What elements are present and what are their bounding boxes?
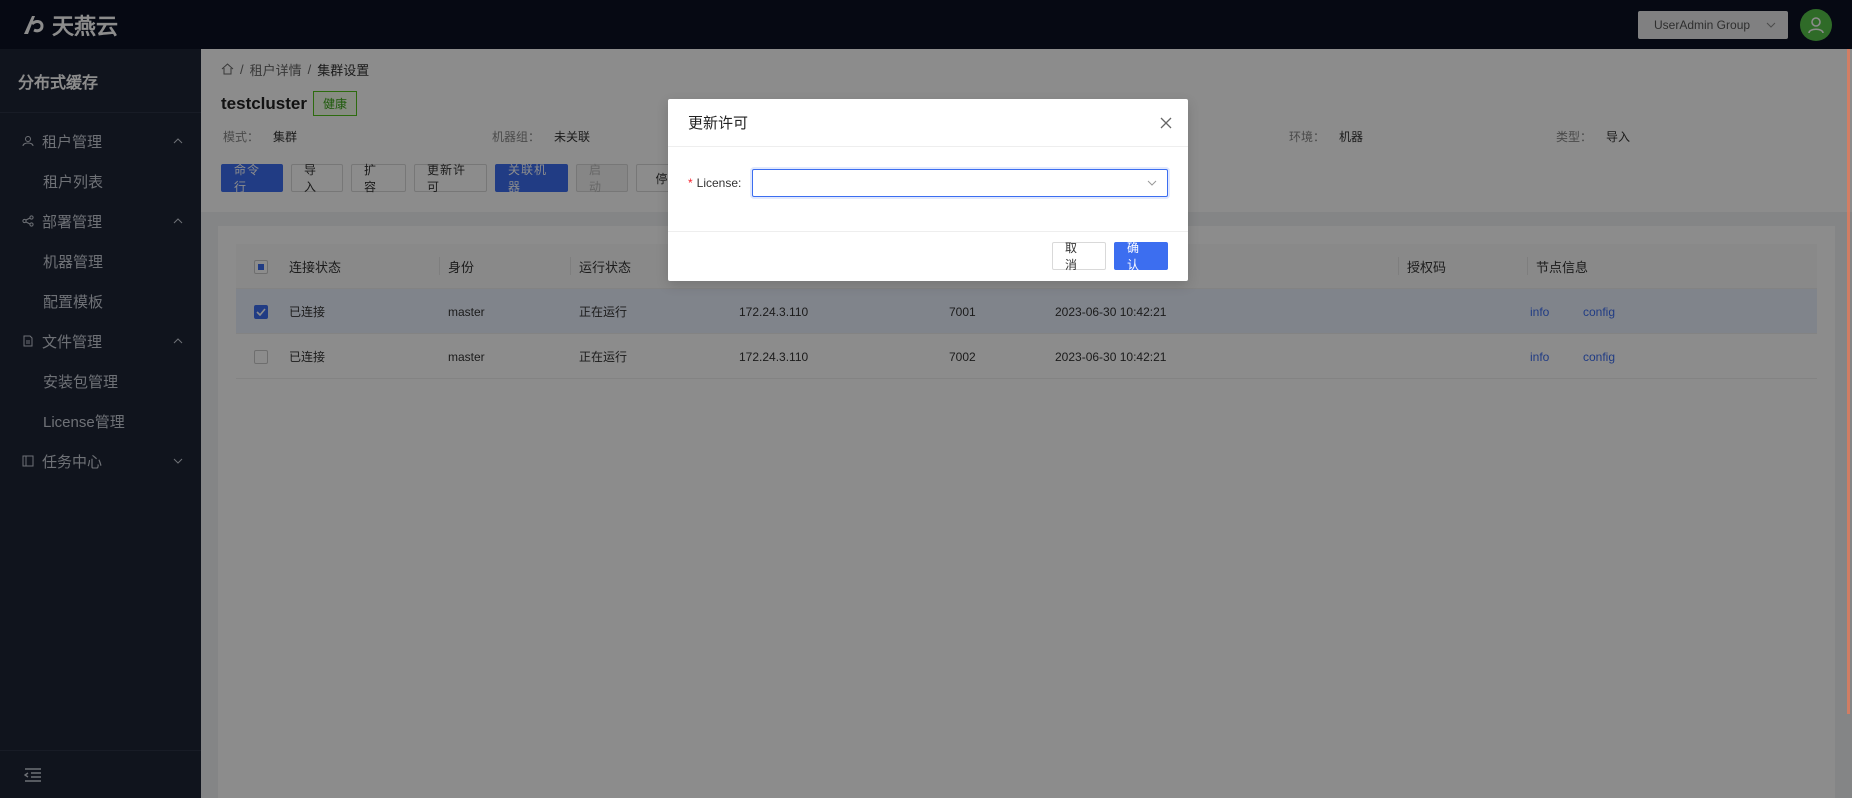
license-label-text: License (696, 176, 739, 190)
label-colon: : (738, 176, 742, 190)
close-icon[interactable] (1160, 117, 1172, 129)
dialog-header: 更新许可 (668, 99, 1188, 147)
cancel-button[interactable]: 取 消 (1052, 241, 1106, 272)
update-license-dialog: 更新许可 * License: 取 消 确 认 (668, 99, 1188, 281)
dialog-body: * License: (668, 147, 1188, 232)
dialog-footer: 取 消 确 认 (668, 232, 1188, 280)
page-scrollbar[interactable] (1847, 49, 1850, 714)
dialog-title: 更新许可 (688, 115, 749, 132)
license-label: * License: (688, 169, 752, 197)
chevron-down-icon (1147, 180, 1157, 186)
confirm-button[interactable]: 确 认 (1114, 241, 1168, 272)
license-select[interactable] (752, 169, 1168, 197)
required-mark: * (688, 176, 693, 190)
